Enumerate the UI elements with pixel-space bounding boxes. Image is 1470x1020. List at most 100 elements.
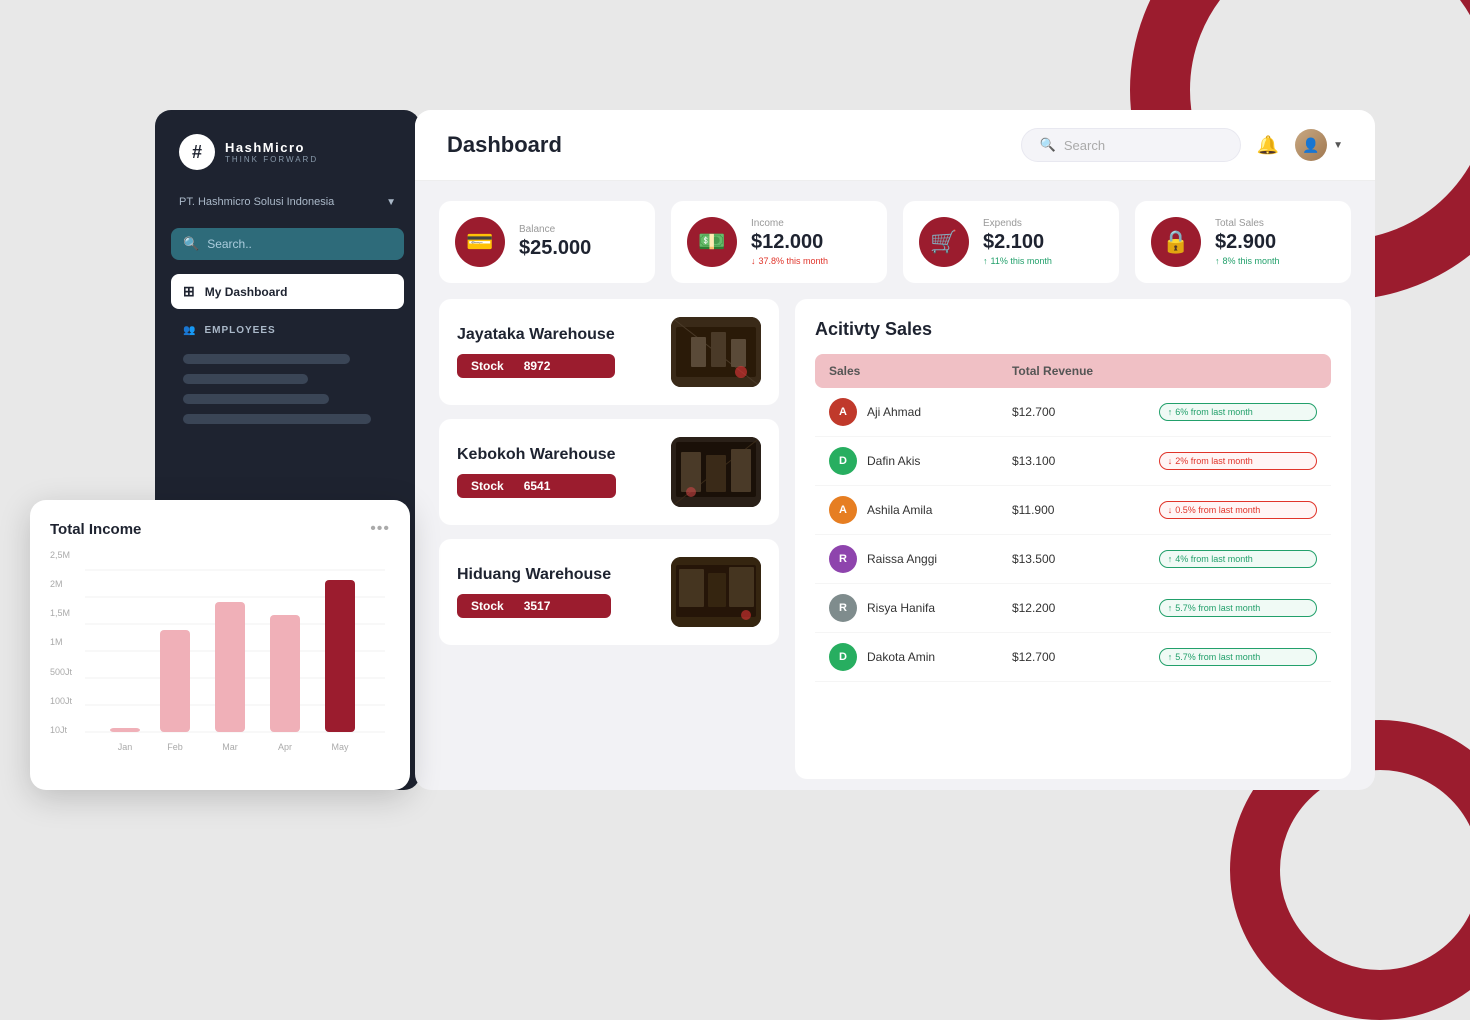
totalsales-icon: 🔒 bbox=[1151, 217, 1201, 267]
change-arrow-1: ↓ bbox=[1168, 456, 1173, 466]
person-avatar-1: D bbox=[829, 447, 857, 475]
change-badge-5: ↑ 5.7% from last month bbox=[1159, 648, 1317, 666]
sidebar-search-input[interactable] bbox=[207, 237, 392, 251]
expends-info: Expends $2.100 ↑ 11% this month bbox=[983, 218, 1052, 266]
change-cell-2: ↓ 0.5% from last month bbox=[1145, 486, 1331, 535]
logo-text: HashMicro THINK FORWARD bbox=[225, 140, 318, 164]
activity-row-1: D Dafin Akis $13.100 ↓ 2% from last mont… bbox=[815, 437, 1331, 486]
dashboard-icon: ⊞ bbox=[183, 283, 195, 300]
y-label-4: 500Jt bbox=[50, 667, 72, 677]
sidebar-item-dashboard[interactable]: ⊞ My Dashboard bbox=[171, 274, 404, 309]
change-arrow-0: ↑ bbox=[1168, 407, 1173, 417]
x-label-may: May bbox=[331, 742, 349, 752]
change-badge-1: ↓ 2% from last month bbox=[1159, 452, 1317, 470]
avatar-initial: 👤 bbox=[1302, 137, 1319, 154]
person-cell-5: D Dakota Amin bbox=[815, 633, 998, 682]
y-label-3: 1M bbox=[50, 637, 72, 647]
person-avatar-4: R bbox=[829, 594, 857, 622]
change-text-3: 4% from last month bbox=[1175, 554, 1253, 564]
income-info: Income $12.000 ↓ 37.8% this month bbox=[751, 218, 828, 266]
sidebar-placeholder-items bbox=[171, 354, 404, 424]
person-avatar-3: R bbox=[829, 545, 857, 573]
totalsales-change: ↑ 8% this month bbox=[1215, 256, 1280, 266]
sidebar-search-icon: 🔍 bbox=[183, 236, 199, 252]
stock-value-0: 8972 bbox=[524, 359, 551, 373]
company-selector[interactable]: PT. Hashmicro Solusi Indonesia ▼ bbox=[171, 190, 404, 214]
section-label-text: EMPLOYEES bbox=[204, 325, 275, 336]
person-avatar-2: A bbox=[829, 496, 857, 524]
change-badge-3: ↑ 4% from last month bbox=[1159, 550, 1317, 568]
stock-badge-0: Stock 8972 bbox=[457, 354, 615, 378]
placeholder-bar-3 bbox=[183, 394, 329, 404]
avatar: 👤 bbox=[1295, 129, 1327, 161]
person-name-4: Risya Hanifa bbox=[867, 601, 935, 615]
expends-label: Expends bbox=[983, 218, 1052, 229]
activity-title: Acitivty Sales bbox=[815, 319, 1331, 340]
income-chart-card: Total Income ••• 2,5M 2M 1,5M 1M 500Jt 1… bbox=[30, 500, 410, 790]
income-card-header: Total Income ••• bbox=[50, 520, 390, 538]
expends-icon: 🛒 bbox=[919, 217, 969, 267]
bar-chart: Jan Feb Mar Apr May bbox=[50, 550, 390, 770]
stock-value-2: 3517 bbox=[524, 599, 551, 613]
warehouse-card-2: Hiduang Warehouse Stock 3517 bbox=[439, 539, 779, 645]
sidebar-logo: # HashMicro THINK FORWARD bbox=[171, 134, 404, 170]
notification-bell-icon[interactable]: 🔔 bbox=[1257, 135, 1279, 156]
totalsales-change-text: 8% this month bbox=[1223, 256, 1280, 266]
bar-may bbox=[325, 580, 355, 732]
activity-row-4: R Risya Hanifa $12.200 ↑ 5.7% from last … bbox=[815, 584, 1331, 633]
warehouse-name-1: Kebokoh Warehouse bbox=[457, 446, 616, 464]
income-change: ↓ 37.8% this month bbox=[751, 256, 828, 266]
x-label-mar: Mar bbox=[222, 742, 238, 752]
activity-column: Acitivty Sales Sales Total Revenue A Aji… bbox=[795, 299, 1351, 779]
income-chart-title: Total Income bbox=[50, 521, 141, 538]
bar-apr bbox=[270, 615, 300, 732]
sidebar-section-employees: 👥 EMPLOYEES bbox=[171, 317, 404, 344]
change-badge-0: ↑ 6% from last month bbox=[1159, 403, 1317, 421]
dashboard-header: Dashboard 🔍 🔔 👤 ▼ bbox=[415, 110, 1375, 181]
person-cell-3: R Raissa Anggi bbox=[815, 535, 998, 584]
avatar-dropdown-icon: ▼ bbox=[1333, 140, 1343, 151]
person-cell-1: D Dafin Akis bbox=[815, 437, 998, 486]
change-arrow-2: ↓ bbox=[1168, 505, 1173, 515]
x-label-jan: Jan bbox=[118, 742, 133, 752]
change-cell-4: ↑ 5.7% from last month bbox=[1145, 584, 1331, 633]
income-label: Income bbox=[751, 218, 828, 229]
logo-title: HashMicro bbox=[225, 140, 318, 155]
user-avatar-wrapper[interactable]: 👤 ▼ bbox=[1295, 129, 1343, 161]
warehouse-left-0: Jayataka Warehouse Stock 8972 bbox=[457, 326, 615, 378]
dots-menu-icon[interactable]: ••• bbox=[370, 520, 390, 538]
expends-change: ↑ 11% this month bbox=[983, 256, 1052, 266]
expends-value: $2.100 bbox=[983, 231, 1052, 254]
stat-card-expends: 🛒 Expends $2.100 ↑ 11% this month bbox=[903, 201, 1119, 283]
warehouse-card-0: Jayataka Warehouse Stock 8972 bbox=[439, 299, 779, 405]
global-search-input[interactable] bbox=[1064, 138, 1222, 153]
expends-change-text: 11% this month bbox=[991, 256, 1052, 266]
activity-table: Sales Total Revenue A Aji Ahmad $12.700 … bbox=[815, 354, 1331, 682]
bar-feb bbox=[160, 630, 190, 732]
warehouse-card-1: Kebokoh Warehouse Stock 6541 bbox=[439, 419, 779, 525]
change-arrow-3: ↑ bbox=[1168, 554, 1173, 564]
person-cell-4: R Risya Hanifa bbox=[815, 584, 998, 633]
person-cell-0: A Aji Ahmad bbox=[815, 388, 998, 437]
global-search-bar[interactable]: 🔍 bbox=[1021, 128, 1241, 162]
sidebar-search[interactable]: 🔍 bbox=[171, 228, 404, 260]
person-name-1: Dafin Akis bbox=[867, 454, 920, 468]
income-change-arrow: ↓ bbox=[751, 256, 756, 266]
header-right: 🔍 🔔 👤 ▼ bbox=[1021, 128, 1343, 162]
warehouse-left-1: Kebokoh Warehouse Stock 6541 bbox=[457, 446, 616, 498]
warehouse-name-0: Jayataka Warehouse bbox=[457, 326, 615, 344]
y-label-6: 10Jt bbox=[50, 725, 72, 735]
main-panel: Dashboard 🔍 🔔 👤 ▼ 💳 Balance $25.000 bbox=[415, 110, 1375, 790]
stock-label-0: Stock bbox=[471, 359, 504, 373]
placeholder-bar-2 bbox=[183, 374, 308, 384]
balance-label: Balance bbox=[519, 224, 591, 235]
company-dropdown-arrow: ▼ bbox=[386, 197, 396, 208]
change-cell-0: ↑ 6% from last month bbox=[1145, 388, 1331, 437]
y-axis-labels: 2,5M 2M 1,5M 1M 500Jt 100Jt 10Jt bbox=[50, 550, 72, 735]
change-cell-5: ↑ 5.7% from last month bbox=[1145, 633, 1331, 682]
stock-label-2: Stock bbox=[471, 599, 504, 613]
balance-info: Balance $25.000 bbox=[519, 224, 591, 260]
stock-value-1: 6541 bbox=[524, 479, 551, 493]
x-label-apr: Apr bbox=[278, 742, 292, 752]
change-arrow-5: ↑ bbox=[1168, 652, 1173, 662]
